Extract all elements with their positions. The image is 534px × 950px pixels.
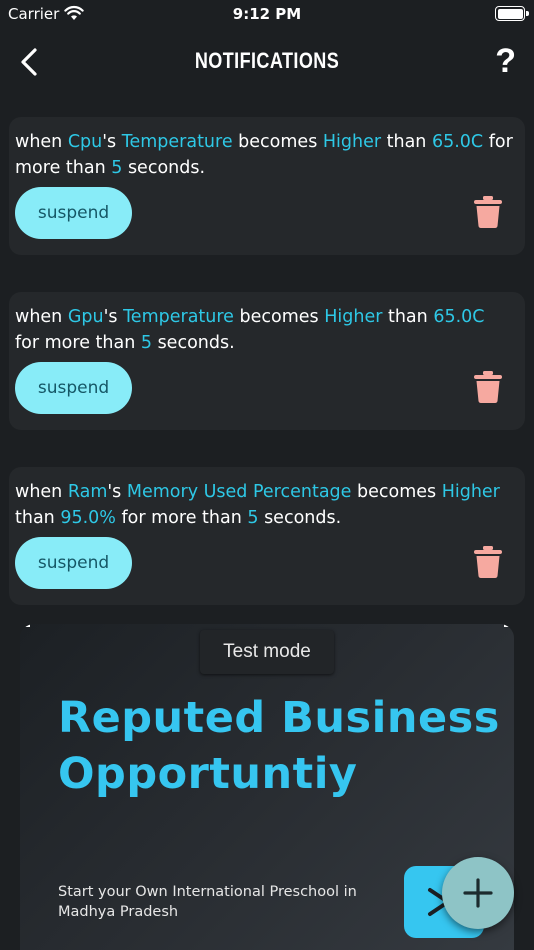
ad-corner-left: [20, 624, 30, 627]
notification-card: when Gpu's Temperature becomes Higher th…: [9, 292, 525, 430]
sentence-text: seconds.: [122, 158, 206, 178]
sentence-text: becomes: [351, 482, 442, 502]
highlighted-value: 5: [140, 333, 152, 353]
ad-corner-right: [504, 624, 514, 627]
test-mode-badge: Test mode: [200, 630, 334, 674]
notification-text: when Cpu's Temperature becomes Higher th…: [15, 129, 513, 181]
suspend-button[interactable]: suspend: [15, 537, 132, 589]
notification-card: when Ram's Memory Used Percentage become…: [9, 467, 525, 605]
battery-icon: [495, 6, 529, 21]
plus-icon: [463, 878, 493, 908]
suspend-button[interactable]: suspend: [15, 187, 132, 239]
sentence-text: than: [15, 508, 61, 528]
highlighted-value: Cpu: [67, 132, 103, 152]
highlighted-value: Higher: [324, 307, 383, 327]
sentence-text: for more than: [115, 508, 248, 528]
chevron-left-icon[interactable]: [16, 46, 44, 78]
sentence-text: for more than: [15, 333, 141, 353]
help-button[interactable]: ?: [495, 42, 516, 81]
sentence-text: 's: [103, 307, 124, 327]
page-title: NOTIFICATIONS: [194, 48, 340, 73]
sentence-text: 's: [102, 132, 122, 152]
highlighted-value: Higher: [322, 132, 382, 152]
add-notification-button[interactable]: [442, 857, 514, 929]
navigation-bar: NOTIFICATIONS ?: [0, 40, 534, 84]
ad-banner[interactable]: Test mode Reputed Business Opportuntiy S…: [20, 624, 514, 950]
status-bar: Carrier 9:12 PM: [0, 0, 534, 28]
highlighted-value: Temperature: [121, 132, 233, 152]
notification-card: when Cpu's Temperature becomes Higher th…: [9, 117, 525, 255]
sentence-text: when: [15, 307, 68, 327]
highlighted-value: Higher: [441, 482, 500, 502]
sentence-text: seconds.: [258, 508, 342, 528]
sentence-text: when: [15, 482, 68, 502]
highlighted-value: Gpu: [67, 307, 104, 327]
trash-icon[interactable]: [473, 545, 503, 579]
highlighted-value: 5: [247, 508, 259, 528]
ad-headline[interactable]: Reputed Business Opportuntiy: [58, 690, 508, 802]
sentence-text: than: [382, 307, 434, 327]
sentence-text: 's: [107, 482, 127, 502]
sentence-text: becomes: [232, 132, 323, 152]
sentence-text: seconds.: [152, 333, 235, 353]
ad-subtext[interactable]: Start your Own International Preschool i…: [58, 882, 378, 922]
suspend-button[interactable]: suspend: [15, 362, 132, 414]
highlighted-value: 95.0%: [60, 508, 116, 528]
highlighted-value: 65.0C: [433, 307, 485, 327]
highlighted-value: Memory Used Percentage: [126, 482, 352, 502]
notification-text: when Ram's Memory Used Percentage become…: [15, 479, 513, 531]
status-time: 9:12 PM: [232, 5, 302, 23]
highlighted-value: Ram: [67, 482, 108, 502]
trash-icon[interactable]: [473, 370, 503, 404]
notification-text: when Gpu's Temperature becomes Higher th…: [15, 304, 513, 356]
highlighted-value: Temperature: [123, 307, 234, 327]
sentence-text: than: [381, 132, 432, 152]
highlighted-value: 65.0C: [431, 132, 484, 152]
sentence-text: becomes: [233, 307, 325, 327]
highlighted-value: 5: [111, 158, 123, 178]
sentence-text: when: [15, 132, 68, 152]
trash-icon[interactable]: [473, 195, 503, 229]
